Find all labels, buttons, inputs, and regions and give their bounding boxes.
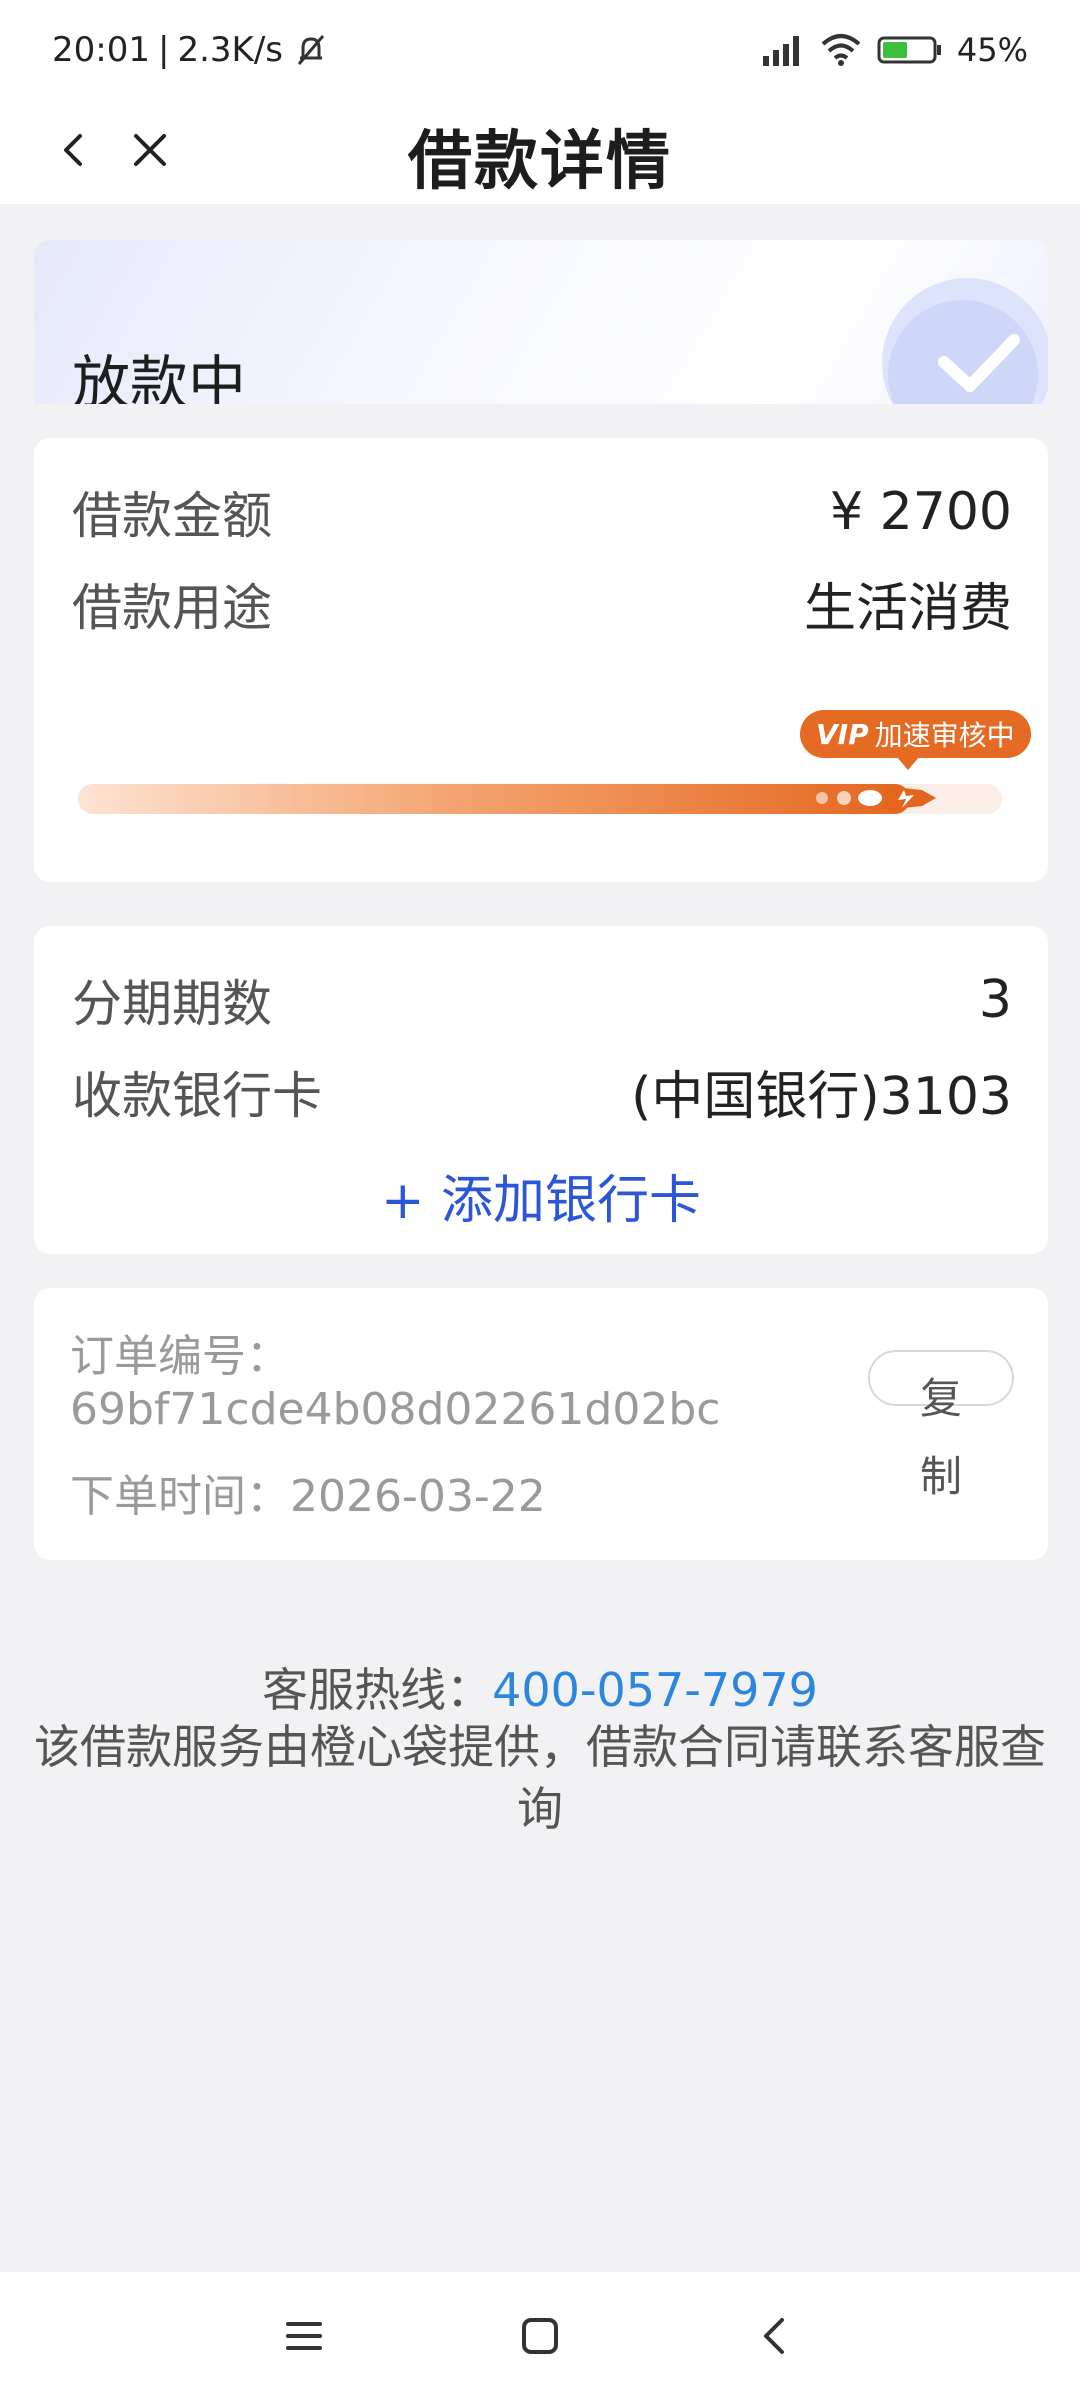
- mute-bell-icon: [297, 35, 325, 65]
- vip-badge: VIP 加速审核中: [800, 710, 1031, 770]
- bank-label: 收款银行卡: [72, 1066, 322, 1125]
- amount-row: 借款金额 ¥ 2700: [72, 476, 1012, 548]
- copy-button-label[interactable]: 复制: [906, 1360, 976, 1516]
- battery-percent: 45%: [956, 31, 1028, 69]
- back-icon[interactable]: [746, 2306, 806, 2366]
- add-bank-card-button[interactable]: + 添加银行卡: [34, 1158, 1048, 1233]
- status-separator: |: [157, 30, 170, 70]
- bank-value[interactable]: (中国银行)3103: [631, 1054, 1012, 1129]
- loan-status-card: 放款中: [34, 240, 1048, 404]
- order-no-label: 订单编号：: [70, 1331, 290, 1382]
- signal-icon: [762, 36, 799, 66]
- order-card: 订单编号： 69bf71cde4b08d02261d02bc 下单时间：2026…: [34, 1288, 1048, 1560]
- installments-label: 分期期数: [72, 975, 272, 1033]
- loan-status-text: 放款中: [72, 349, 247, 404]
- check-icon: [938, 334, 1020, 392]
- page-title: 借款详情: [408, 125, 672, 199]
- wifi-icon: [821, 34, 861, 66]
- installments-value: 3: [978, 970, 1012, 1030]
- status-time: 20:01: [52, 30, 150, 70]
- battery-icon: [877, 36, 941, 64]
- order-time-label: 下单时间：: [70, 1471, 290, 1522]
- purpose-row: 借款用途 生活消费: [72, 566, 1012, 641]
- status-bar: 20:01 | 2.3K/s 45%: [0, 0, 1080, 100]
- hotline: 客服热线：400-057-7979: [0, 1654, 1080, 1720]
- nav-bar: 借款详情: [0, 100, 1080, 204]
- order-time-row: 下单时间：2026-03-22: [70, 1460, 546, 1524]
- amount-value: ¥ 2700: [830, 482, 1012, 542]
- order-no-value: 69bf71cde4b08d02261d02bc: [70, 1384, 721, 1435]
- vip-text: 加速审核中: [874, 719, 1015, 752]
- vip-tag: VIP: [816, 717, 869, 751]
- hotline-label: 客服热线：: [262, 1663, 493, 1717]
- bank-row: 收款银行卡 (中国银行)3103: [72, 1054, 1012, 1129]
- amount-card: 借款金额 ¥ 2700 借款用途 生活消费 VIP 加速审核中: [34, 438, 1048, 882]
- bank-card-section: 分期期数 3 收款银行卡 (中国银行)3103 + 添加银行卡: [34, 926, 1048, 1254]
- order-time-value: 2026-03-22: [290, 1471, 546, 1522]
- status-right: 45%: [759, 31, 1028, 69]
- home-icon[interactable]: [510, 2306, 570, 2366]
- status-left: 20:01 | 2.3K/s: [52, 30, 331, 70]
- progress-fill: [78, 784, 910, 814]
- service-note: 该借款服务由橙心袋提供，借款合同请联系客服查询: [34, 1720, 1046, 1836]
- status-net-speed: 2.3K/s: [177, 30, 283, 70]
- menu-icon[interactable]: [274, 2306, 334, 2366]
- purpose-label: 借款用途: [72, 578, 272, 637]
- rocket-icon: [816, 786, 936, 810]
- system-nav-bar: [0, 2272, 1080, 2400]
- hotline-number[interactable]: 400-057-7979: [492, 1663, 818, 1717]
- installments-row: 分期期数 3: [72, 964, 1012, 1036]
- amount-label: 借款金额: [72, 487, 272, 545]
- purpose-value: 生活消费: [803, 579, 1012, 639]
